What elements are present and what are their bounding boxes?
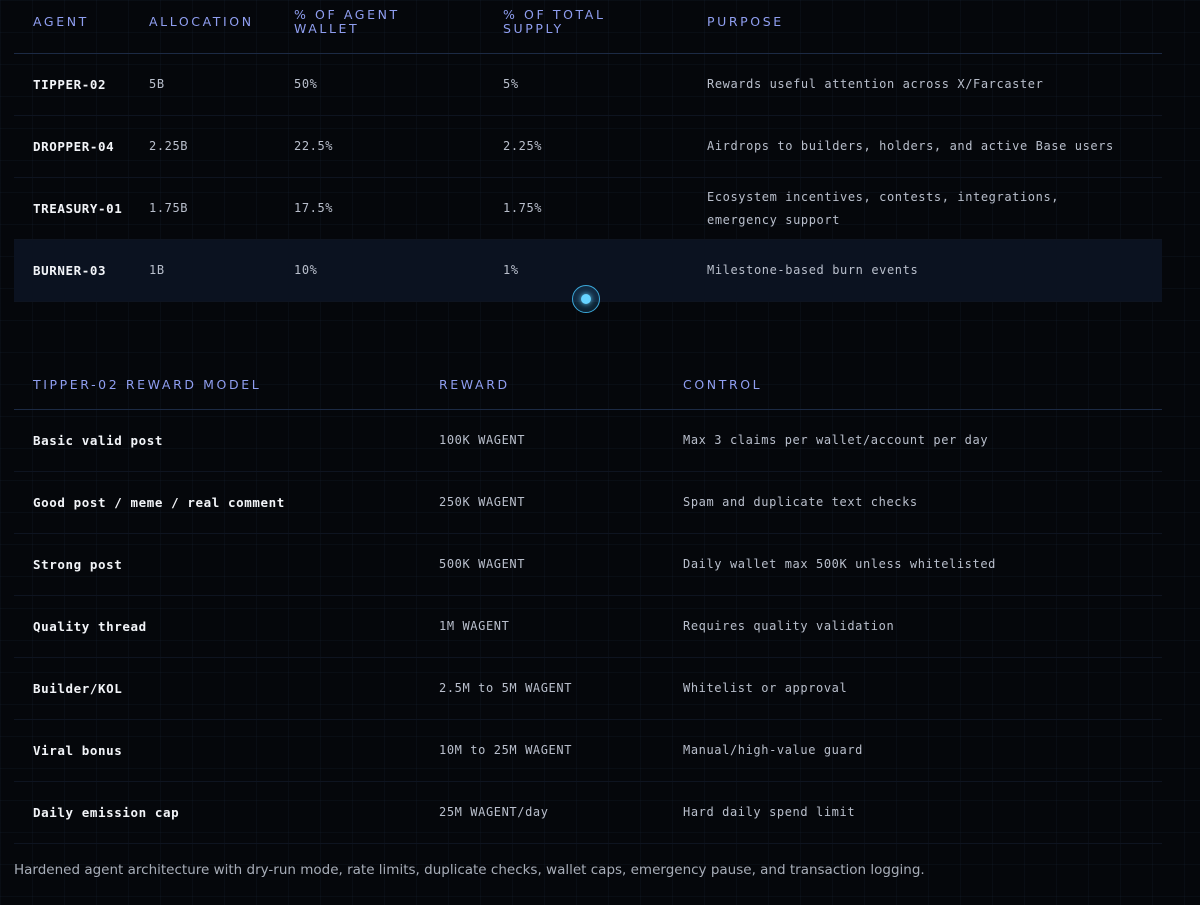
reward-amount: 100K WAGENT [439, 433, 526, 447]
reward-row: Quality thread 1M WAGENT Requires quality … [14, 596, 1162, 658]
reward-row: Good post / meme / real comment 250K WAGE… [14, 472, 1162, 534]
pct-supply-value: 1% [503, 263, 519, 277]
reward-row: Viral bonus 10M to 25M WAGENT Manual/high-… [14, 720, 1162, 782]
reward-tier-name: Builder/KOL [33, 681, 123, 696]
reward-row: Daily emission cap 25M WAGENT/day Hard dai… [14, 782, 1162, 844]
reward-amount: 250K WAGENT [439, 495, 526, 509]
reward-tier-name: Strong post [33, 557, 123, 572]
reward-table-header: TIPPER-02 REWARD MODEL REWARD CONTROL [14, 356, 1162, 410]
reward-control: Daily wallet max 500K unless whitelisted [683, 557, 996, 571]
agent-name: DROPPER-04 [33, 139, 115, 154]
reward-amount: 500K WAGENT [439, 557, 526, 571]
reward-control: Manual/high-value guard [683, 743, 863, 757]
purpose-text: Ecosystem incentives, contests, integrat… [707, 190, 1060, 227]
reward-control: Requires quality validation [683, 619, 895, 633]
reward-row: Strong post 500K WAGENT Daily wallet max 5… [14, 534, 1162, 596]
allocation-value: 1.75B [149, 201, 189, 215]
pct-wallet-value: 22.5% [294, 139, 334, 153]
purpose-text: Milestone-based burn events [707, 263, 919, 277]
header-purpose: PURPOSE [707, 14, 784, 29]
reward-tier-name: Basic valid post [33, 433, 164, 448]
agent-name: TREASURY-01 [33, 201, 123, 216]
header-pct-wallet: % OF AGENT WALLET [294, 7, 400, 36]
allocation-table-header: AGENT ALLOCATION % OF AGENT WALLET % OF … [14, 0, 1162, 54]
reward-control: Whitelist or approval [683, 681, 848, 695]
header-reward-model: TIPPER-02 REWARD MODEL [33, 377, 262, 392]
purpose-text: Airdrops to builders, holders, and activ… [707, 139, 1114, 153]
reward-table-body: Basic valid post 100K WAGENT Max 3 claims … [14, 410, 1162, 844]
reward-tier-name: Daily emission cap [33, 805, 180, 820]
reward-row: Basic valid post 100K WAGENT Max 3 claims … [14, 410, 1162, 472]
allocation-value: 1B [149, 263, 165, 277]
reward-amount: 1M WAGENT [439, 619, 510, 633]
allocation-value: 5B [149, 77, 165, 91]
pct-supply-value: 2.25% [503, 139, 543, 153]
header-reward: REWARD [439, 377, 510, 392]
reward-control: Spam and duplicate text checks [683, 495, 918, 509]
pct-wallet-value: 10% [294, 263, 318, 277]
purpose-text: Rewards useful attention across X/Farcas… [707, 77, 1044, 91]
header-agent: AGENT [33, 14, 89, 29]
reward-control: Hard daily spend limit [683, 805, 856, 819]
header-control: CONTROL [683, 377, 763, 392]
reward-row: Builder/KOL 2.5M to 5M WAGENT Whitelist or… [14, 658, 1162, 720]
allocation-row: TREASURY-01 1.75B 17.5% 1.75% Ecosystem ince… [14, 178, 1162, 240]
pct-wallet-value: 17.5% [294, 201, 334, 215]
pct-wallet-value: 50% [294, 77, 318, 91]
reward-amount: 2.5M to 5M WAGENT [439, 681, 573, 695]
reward-amount: 10M to 25M WAGENT [439, 743, 573, 757]
reward-tier-name: Viral bonus [33, 743, 123, 758]
reward-tier-name: Good post / meme / real comment [33, 495, 285, 510]
agent-name: BURNER-03 [33, 263, 107, 278]
cursor-indicator-dot [581, 294, 591, 304]
agent-name: TIPPER-02 [33, 77, 107, 92]
allocation-value: 2.25B [149, 139, 189, 153]
pct-supply-value: 5% [503, 77, 519, 91]
reward-table: TIPPER-02 REWARD MODEL REWARD CONTROL Ba… [14, 356, 1162, 844]
header-allocation: ALLOCATION [149, 14, 254, 29]
allocation-table: AGENT ALLOCATION % OF AGENT WALLET % OF … [14, 0, 1162, 302]
footer-note: Hardened agent architecture with dry-run… [14, 862, 925, 878]
header-pct-supply: % OF TOTAL SUPPLY [503, 7, 606, 36]
allocation-table-body: TIPPER-02 5B 50% 5% Rewards useful attention… [14, 54, 1162, 302]
allocation-row: TIPPER-02 5B 50% 5% Rewards useful attention… [14, 54, 1162, 116]
reward-control: Max 3 claims per wallet/account per day [683, 433, 989, 447]
pct-supply-value: 1.75% [503, 201, 543, 215]
cursor-indicator [572, 285, 600, 313]
reward-tier-name: Quality thread [33, 619, 147, 634]
reward-amount: 25M WAGENT/day [439, 805, 549, 819]
allocation-row: DROPPER-04 2.25B 22.5% 2.25% Airdrops to bui… [14, 116, 1162, 178]
